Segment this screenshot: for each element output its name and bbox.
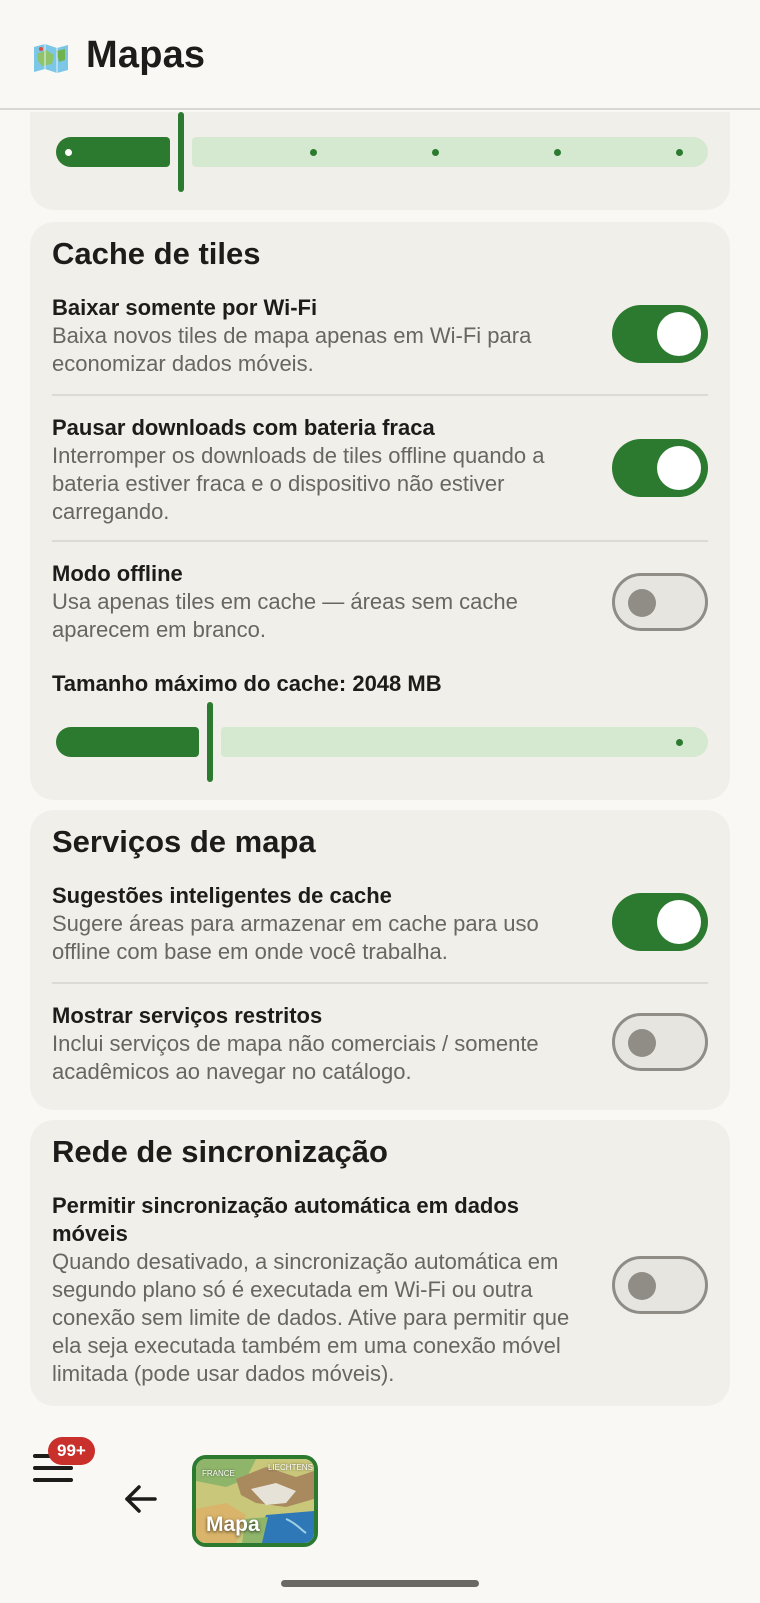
- section-title: Rede de sincronização: [52, 1134, 388, 1169]
- notification-badge: 99+: [48, 1437, 95, 1465]
- divider: [52, 394, 708, 396]
- setting-title-smart-cache: Sugestões inteligentes de cache: [52, 883, 392, 908]
- top-slider[interactable]: [56, 112, 708, 192]
- toggle-knob: [657, 312, 701, 356]
- map-place-label: FRANCE: [202, 1469, 235, 1478]
- home-indicator[interactable]: [281, 1580, 479, 1587]
- map-place-label: LIECHTENS: [268, 1463, 313, 1472]
- map-shortcut-label: Mapa: [206, 1513, 260, 1536]
- divider: [52, 540, 708, 542]
- mobile-sync-toggle[interactable]: [612, 1256, 708, 1314]
- map-app-icon: [34, 44, 68, 73]
- slider-tick: [554, 149, 561, 156]
- cache-settings-card: Cache de tiles Baixar somente por Wi-Fi …: [30, 222, 730, 800]
- slider-tick: [676, 149, 683, 156]
- smart-cache-toggle[interactable]: [612, 893, 708, 951]
- slider-tick: [310, 149, 317, 156]
- toggle-knob: [657, 900, 701, 944]
- slider-inactive-track: [221, 727, 708, 757]
- app-bar: Mapas: [0, 0, 760, 110]
- setting-desc-smart-cache: Sugere áreas para armazenar em cache par…: [52, 911, 539, 964]
- map-shortcut-button[interactable]: FRANCE LIECHTENS Mapa: [192, 1455, 318, 1547]
- setting-desc-mobile-sync: Quando desativado, a sincronização autom…: [52, 1249, 570, 1386]
- back-arrow-icon[interactable]: [124, 1482, 158, 1516]
- page-title: Mapas: [86, 34, 206, 76]
- slider-thumb[interactable]: [207, 702, 213, 782]
- sync-network-card: Rede de sincronização Permitir sincroniz…: [30, 1120, 730, 1406]
- slider-tick: [432, 149, 439, 156]
- setting-title-restricted-services: Mostrar serviços restritos: [52, 1003, 323, 1028]
- toggle-knob: [628, 1272, 656, 1300]
- offline-mode-toggle[interactable]: [612, 573, 708, 631]
- low-battery-toggle[interactable]: [612, 439, 708, 497]
- cache-size-label: Tamanho máximo do cache: 2048 MB: [52, 671, 442, 696]
- divider: [52, 982, 708, 984]
- setting-title-wifi-only: Baixar somente por Wi-Fi: [52, 295, 318, 320]
- slider-inactive-track: [192, 137, 708, 167]
- slider-active-track: [56, 727, 199, 757]
- slider-thumb[interactable]: [178, 112, 184, 192]
- restricted-services-toggle[interactable]: [612, 1013, 708, 1071]
- wifi-only-toggle[interactable]: [612, 305, 708, 363]
- setting-title-mobile-sync: Permitir sincronização automática em dad…: [52, 1193, 520, 1246]
- slider-tick: [676, 739, 683, 746]
- section-title: Cache de tiles: [52, 236, 261, 271]
- toggle-knob: [628, 1029, 656, 1057]
- setting-desc-low-battery: Interromper os downloads de tiles offlin…: [52, 443, 545, 524]
- setting-title-offline-mode: Modo offline: [52, 561, 183, 586]
- setting-desc-offline-mode: Usa apenas tiles em cache — áreas sem ca…: [52, 589, 518, 642]
- map-services-card: Serviços de mapa Sugestões inteligentes …: [30, 810, 730, 1110]
- setting-desc-wifi-only: Baixa novos tiles de mapa apenas em Wi-F…: [52, 323, 532, 376]
- slider-active-track: [56, 137, 170, 167]
- section-title: Serviços de mapa: [52, 824, 316, 859]
- setting-desc-restricted-services: Inclui serviços de mapa não comerciais /…: [52, 1031, 539, 1084]
- setting-title-low-battery: Pausar downloads com bateria fraca: [52, 415, 435, 440]
- toggle-knob: [657, 446, 701, 490]
- cache-size-slider[interactable]: [56, 702, 708, 782]
- slider-tick: [65, 149, 72, 156]
- toggle-knob: [628, 589, 656, 617]
- top-slider-card: [30, 112, 730, 210]
